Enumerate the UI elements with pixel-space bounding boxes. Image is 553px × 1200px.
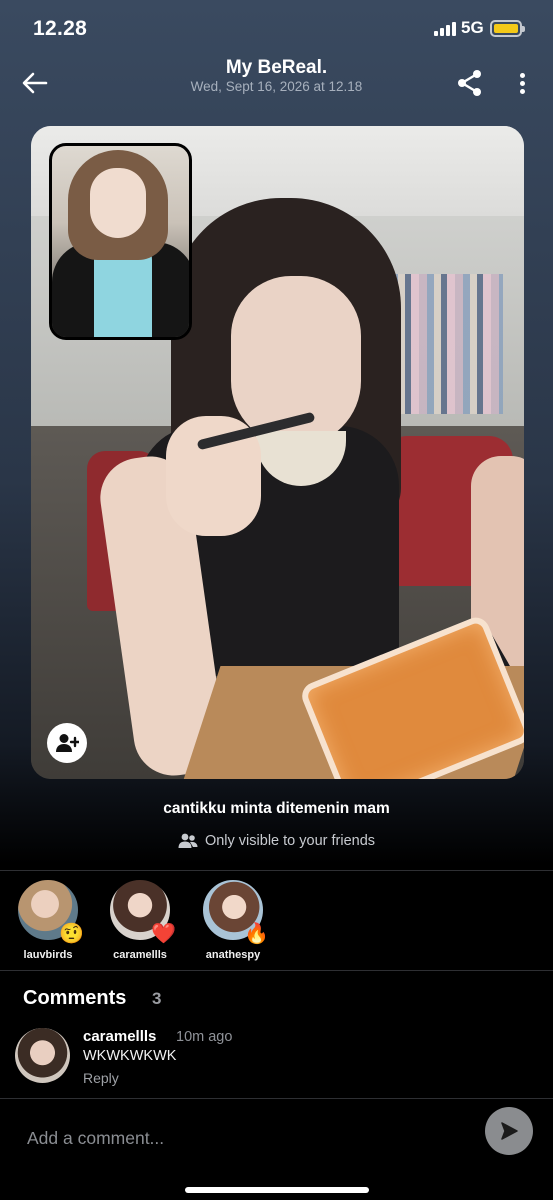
comments-count: 3	[152, 989, 162, 1008]
divider	[0, 970, 553, 971]
user-plus-icon	[56, 734, 79, 752]
realmoji-item[interactable]: 🤨 lauvbirds	[8, 878, 88, 961]
realmoji-username: caramellls	[113, 949, 167, 961]
realmoji-list: 🤨 lauvbirds ❤️ caramellls 🔥 anathespy	[0, 872, 553, 970]
friends-icon	[178, 833, 198, 848]
comment-item: caramellls 10m ago WKWKWKWK Reply	[15, 1026, 535, 1088]
divider	[0, 870, 553, 871]
share-icon	[458, 70, 481, 96]
network-type: 5G	[461, 18, 484, 37]
realmoji-item[interactable]: 🔥 anathespy	[193, 878, 273, 961]
divider	[0, 1098, 553, 1099]
share-button[interactable]	[455, 68, 485, 98]
status-time: 12.28	[33, 17, 88, 40]
more-vertical-icon	[519, 72, 525, 78]
comment-input[interactable]	[27, 1126, 467, 1150]
visibility-note: Only visible to your friends	[0, 833, 553, 849]
post-caption: cantikku minta ditemenin mam	[163, 800, 390, 817]
avatar: 🔥	[201, 878, 269, 944]
reaction-emoji: 🤨	[59, 923, 84, 945]
clothes-rack	[383, 274, 503, 414]
visibility-text: Only visible to your friends	[204, 833, 376, 849]
avatar: ❤️	[108, 878, 176, 944]
reaction-emoji: 🔥	[244, 923, 269, 945]
home-indicator[interactable]	[185, 1187, 369, 1193]
inset-selfie-photo[interactable]	[49, 143, 192, 340]
avatar: 🤨	[16, 878, 84, 944]
status-bar: 12.28 5G	[0, 0, 553, 58]
comment-text: WKWKWKWK	[83, 1048, 177, 1064]
tag-friend-button[interactable]	[47, 723, 87, 763]
realmoji-username: lauvbirds	[23, 949, 73, 961]
signal-icon	[434, 22, 456, 36]
comment-username[interactable]: caramellls	[83, 1028, 156, 1045]
post-header: My BeReal. Wed, Sept 16, 2026 at 12.18	[0, 52, 553, 112]
reaction-emoji: ❤️	[151, 923, 176, 945]
avatar[interactable]	[15, 1028, 70, 1083]
battery-icon	[490, 20, 525, 37]
realmoji-item[interactable]: ❤️ caramellls	[100, 878, 180, 961]
send-arrow-icon	[501, 1122, 518, 1140]
send-button[interactable]	[485, 1107, 533, 1155]
realmoji-username: anathespy	[205, 949, 261, 961]
comment-time: 10m ago	[176, 1029, 233, 1045]
reply-button[interactable]: Reply	[83, 1070, 119, 1086]
more-options-button[interactable]	[508, 68, 536, 98]
comment-composer	[0, 1100, 553, 1200]
comments-heading: Comments	[23, 987, 127, 1009]
